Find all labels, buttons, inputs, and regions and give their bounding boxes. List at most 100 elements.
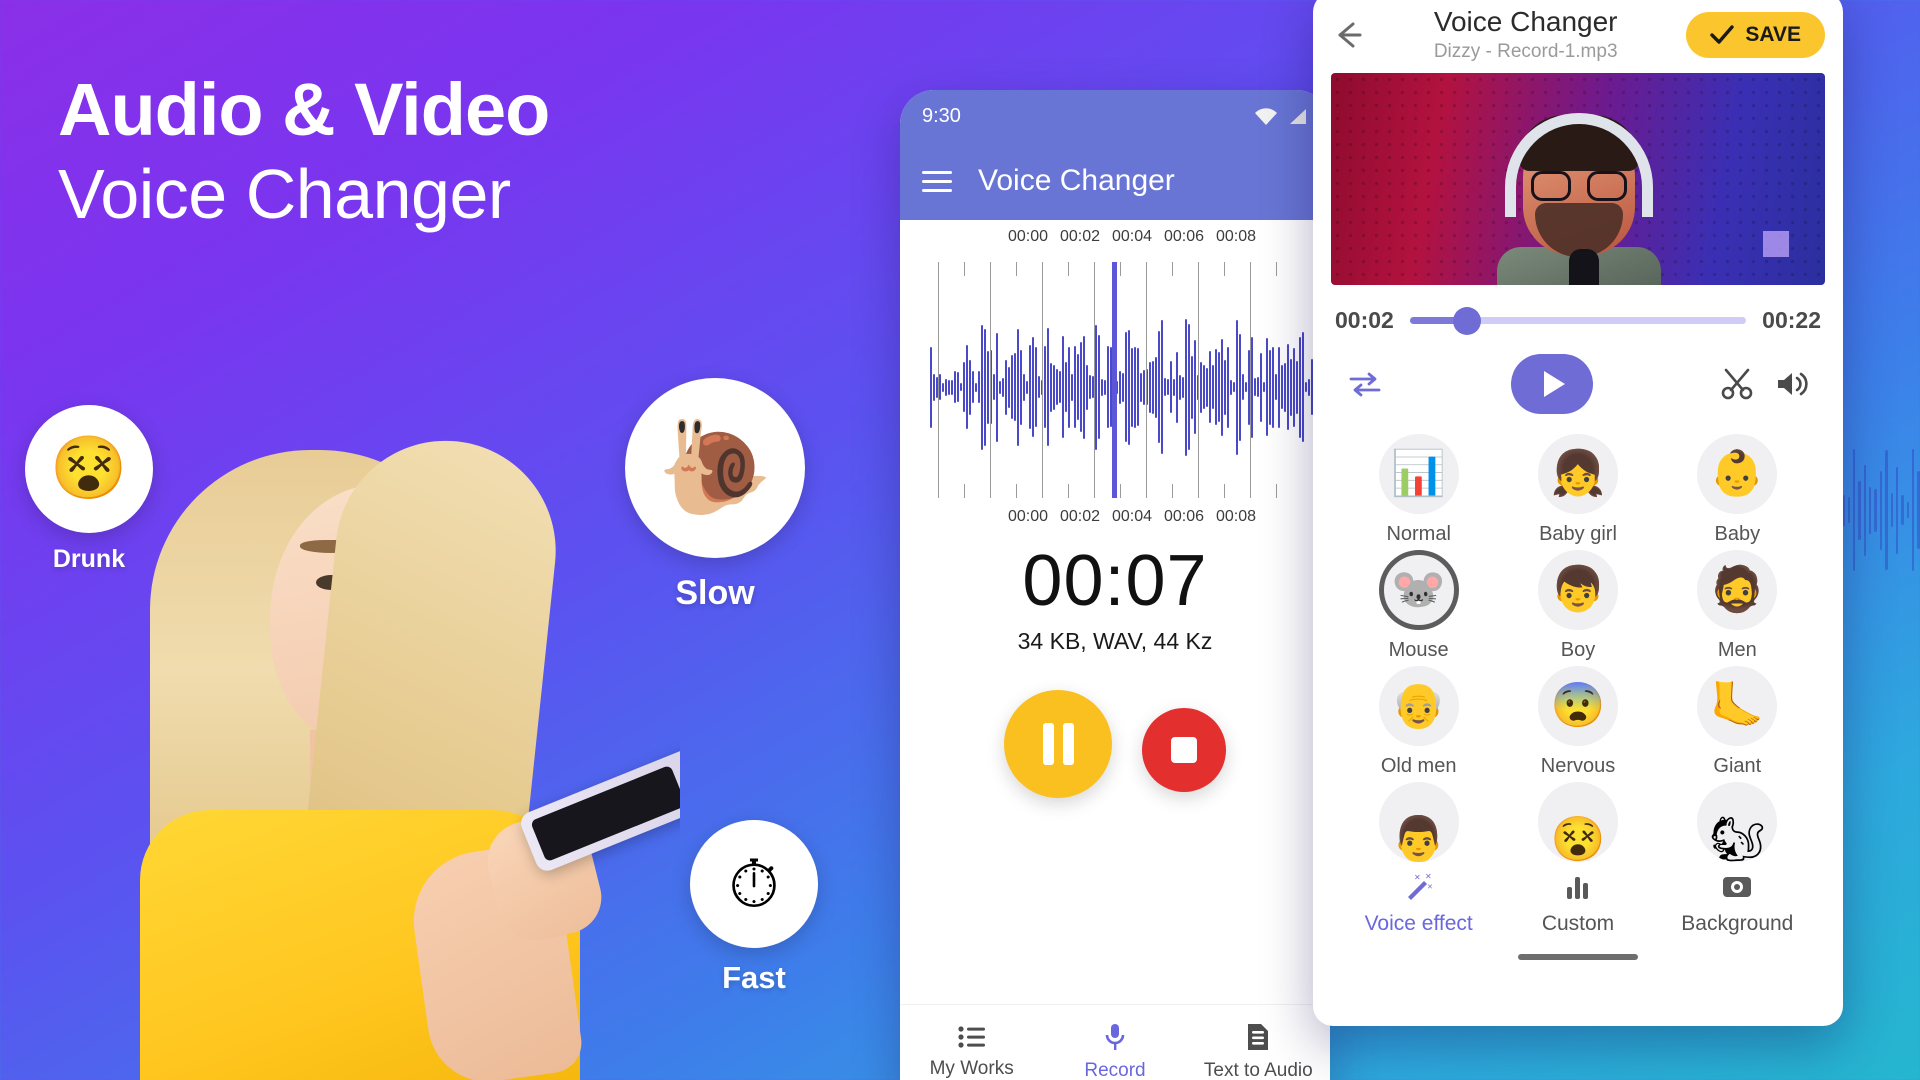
- waveform-gridline: [1198, 262, 1199, 498]
- document-icon: [1248, 1024, 1269, 1050]
- video-preview-thumbnail[interactable]: [1331, 73, 1825, 285]
- video-corner-highlight: [1763, 231, 1789, 257]
- panel-tab-bar: 👨 ✕ ✕ ✕ Voice effect 😵 Custom 🐿 Background: [1313, 778, 1843, 936]
- list-icon: [958, 1026, 985, 1048]
- recording-file-meta: 34 KB, WAV, 44 Kz: [1017, 628, 1213, 654]
- ruler-label-bottom: 00:00: [1008, 508, 1049, 525]
- voice-effect-men[interactable]: 🧔 Men: [1658, 550, 1817, 662]
- tab-voice-effect[interactable]: 👨 ✕ ✕ ✕ Voice effect: [1339, 782, 1498, 936]
- tab-avatar: 👨: [1378, 782, 1459, 862]
- waveform-playhead[interactable]: [1112, 262, 1117, 498]
- ruler-label-top: 00:04: [1112, 228, 1153, 245]
- voice-effect-boy[interactable]: 👦 Boy: [1498, 550, 1657, 662]
- voice-effect-baby-girl[interactable]: 👧 Baby girl: [1498, 434, 1657, 546]
- home-indicator: [1518, 954, 1638, 960]
- waveform-tick-top: [1224, 262, 1225, 276]
- pause-button[interactable]: [1004, 690, 1112, 798]
- stop-button[interactable]: [1142, 708, 1226, 792]
- mouse-icon: 🐭: [1378, 550, 1459, 630]
- waveform-ruler-top: 00:00 00:02 00:04 00:06 00:08: [900, 228, 1330, 252]
- tab-background[interactable]: 🐿 Background: [1658, 782, 1817, 936]
- back-arrow-icon[interactable]: [1331, 18, 1365, 52]
- player-seek-row: 00:02 00:22: [1313, 285, 1843, 340]
- figure-headphones: [1505, 113, 1653, 217]
- feature-badge-drunk[interactable]: 😵 Drunk: [25, 405, 153, 574]
- baby-icon: 👶: [1697, 434, 1778, 514]
- feature-badge-label: Drunk: [52, 545, 126, 573]
- old-man-icon: 👴: [1378, 666, 1459, 746]
- scissors-icon[interactable]: [1721, 367, 1755, 401]
- tab-avatar: 😵: [1537, 782, 1618, 862]
- voice-effect-mouse[interactable]: 🐭 Mouse: [1339, 550, 1498, 662]
- tab-custom[interactable]: 😵 Custom: [1498, 782, 1657, 936]
- record-controls: [900, 690, 1330, 798]
- waveform-tick-bottom: [1224, 484, 1225, 498]
- wifi-icon: [1255, 108, 1277, 125]
- repeat-icon[interactable]: [1347, 369, 1383, 399]
- waveform-tick-top: [964, 262, 965, 276]
- waveform-tick-top: [1120, 262, 1121, 276]
- voice-effect-label: Boy: [1560, 639, 1596, 661]
- snail-icon: 🐌: [625, 378, 805, 558]
- ruler-label-top: 00:08: [1216, 228, 1257, 245]
- waveform-tick-top: [1172, 262, 1173, 276]
- waveform-gridline: [990, 262, 991, 498]
- tab-icon-wrap: [1563, 870, 1593, 904]
- nav-item-text-to-audio[interactable]: Text to Audio: [1187, 1005, 1330, 1080]
- nav-item-my-works[interactable]: My Works: [900, 1005, 1043, 1080]
- waveform-gridline: [1094, 262, 1095, 498]
- volume-icon[interactable]: [1775, 369, 1809, 399]
- waveform-gridline: [1250, 262, 1251, 498]
- equalizer-icon: [1566, 877, 1588, 899]
- tab-avatar: 🐿: [1697, 782, 1778, 862]
- player-total-time: 00:22: [1762, 307, 1821, 333]
- save-button-label: SAVE: [1745, 22, 1801, 46]
- phone-app-bar: Voice Changer: [900, 142, 1330, 220]
- ruler-label-top: 00:00: [1008, 228, 1049, 245]
- svg-text:✕: ✕: [1425, 873, 1432, 881]
- voice-effect-baby[interactable]: 👶 Baby: [1658, 434, 1817, 546]
- magic-wand-icon: ✕ ✕ ✕: [1407, 873, 1433, 900]
- seek-thumb[interactable]: [1453, 306, 1481, 335]
- feature-badge-fast[interactable]: ⏱ Fast: [690, 820, 818, 996]
- tab-label: Voice effect: [1364, 912, 1473, 935]
- held-smartphone: [517, 743, 680, 875]
- voice-effects-grid: 📊 Normal 👧 Baby girl 👶 Baby 🐭 Mouse 👦 Boy 🧔 Men 👴 Old…: [1313, 420, 1843, 778]
- play-icon: [1544, 371, 1565, 397]
- player-seek-slider[interactable]: [1409, 306, 1747, 335]
- voice-effect-label: Baby girl: [1539, 523, 1617, 545]
- ruler-label-bottom: 00:08: [1216, 508, 1257, 525]
- recording-timer: 00:07: [1022, 541, 1208, 621]
- hero-headline-secondary: Voice Changer: [58, 155, 511, 234]
- panel-subtitle-filename: Dizzy - Record-1.mp3: [1433, 41, 1618, 62]
- phone-screen-body: 00:00 00:02 00:04 00:06 00:08 00:00 00:02 00:0…: [900, 220, 1330, 1080]
- waveform-tick-top: [1276, 262, 1277, 276]
- play-button[interactable]: [1511, 354, 1593, 414]
- waveform-tick-top: [1016, 262, 1017, 276]
- fast-clock-icon: ⏱: [690, 820, 818, 948]
- pause-icon: [1042, 723, 1074, 765]
- waveform-canvas[interactable]: [930, 262, 1330, 498]
- waveform-tick-bottom: [1276, 484, 1277, 498]
- player-current-time: 00:02: [1335, 307, 1394, 333]
- voice-effect-old-men[interactable]: 👴 Old men: [1339, 666, 1498, 778]
- boy-icon: 👦: [1537, 550, 1618, 630]
- voice-effect-nervous[interactable]: 😨 Nervous: [1498, 666, 1657, 778]
- feature-badge-label: Fast: [722, 960, 786, 995]
- feature-badge-label: Slow: [675, 574, 755, 612]
- voice-effect-normal[interactable]: 📊 Normal: [1339, 434, 1498, 546]
- signal-icon: [1290, 109, 1306, 124]
- phone-mockup: 9:30 Voice Changer 00:00 00:02 00:04 00:06 0…: [900, 90, 1330, 1080]
- voice-effect-label: Men: [1717, 639, 1757, 661]
- hamburger-menu-icon[interactable]: [922, 165, 952, 198]
- tab-label: Background: [1681, 912, 1794, 935]
- baby-girl-icon: 👧: [1537, 434, 1618, 514]
- feature-badge-slow[interactable]: 🐌 Slow: [625, 378, 805, 613]
- voice-changer-panel: Voice Changer Dizzy - Record-1.mp3 SAVE …: [1313, 0, 1843, 1026]
- save-button[interactable]: SAVE: [1686, 11, 1825, 58]
- man-icon: 🧔: [1697, 550, 1778, 630]
- phone-bottom-nav: My Works Record Text to Audio: [900, 1004, 1330, 1080]
- waveform-tick-bottom: [1016, 484, 1017, 498]
- voice-effect-giant[interactable]: 🦶 Giant: [1658, 666, 1817, 778]
- nav-item-record[interactable]: Record: [1043, 1005, 1186, 1080]
